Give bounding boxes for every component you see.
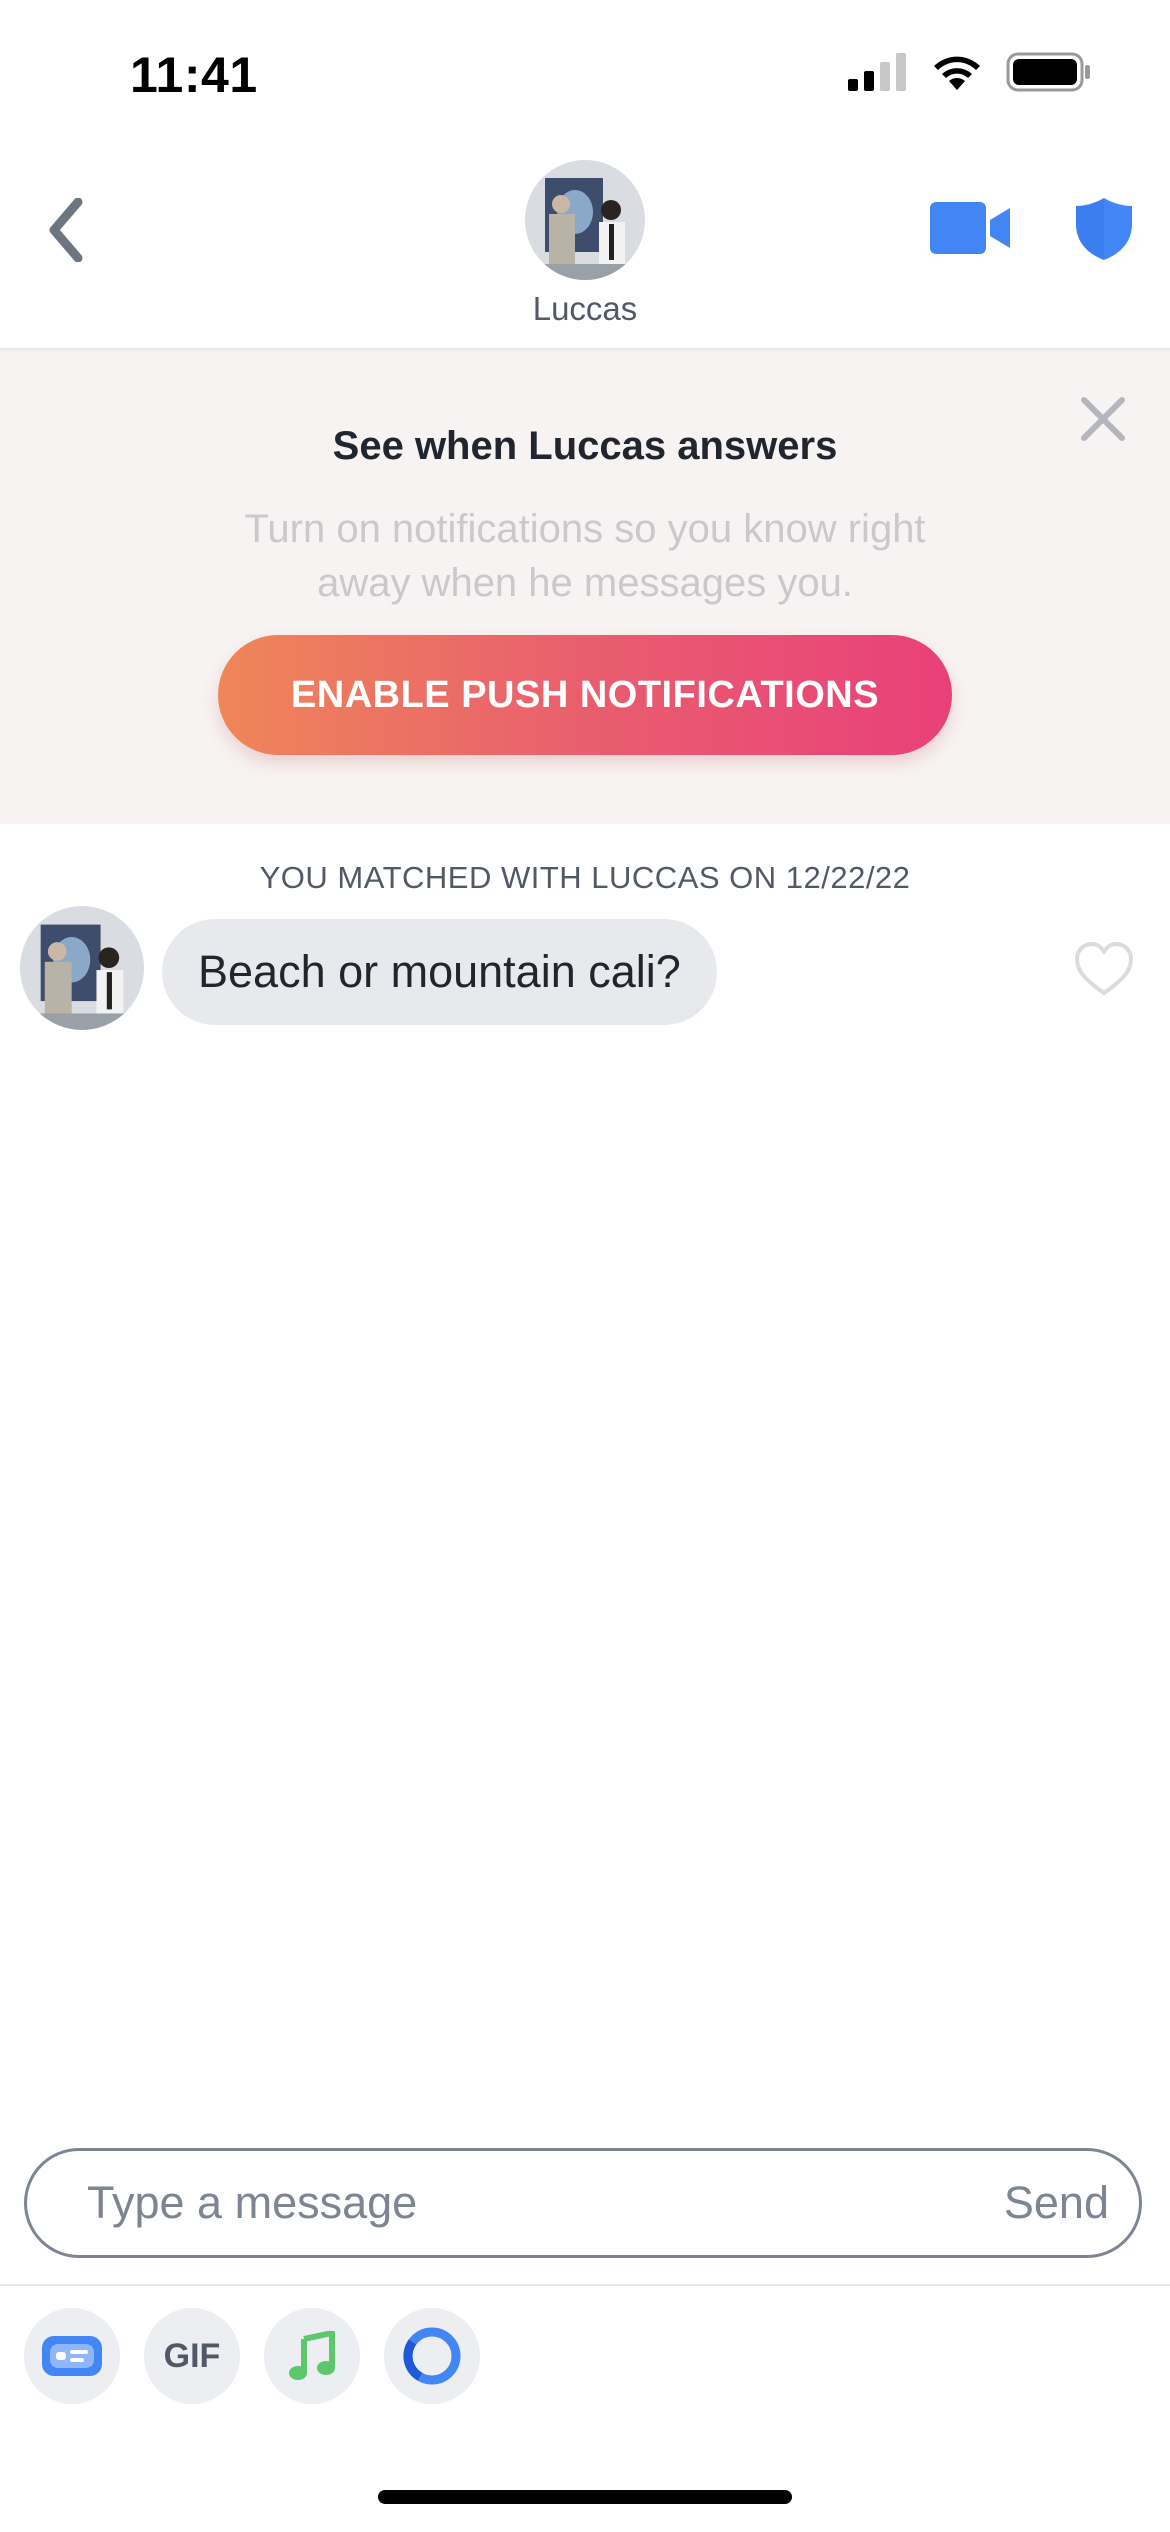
message-avatar[interactable] (20, 906, 144, 1030)
enable-push-notifications-button[interactable]: ENABLE PUSH NOTIFICATIONS (218, 635, 952, 755)
music-button[interactable] (264, 2308, 360, 2404)
banner-title: See when Luccas answers (332, 424, 838, 468)
status-icons (848, 52, 1092, 92)
message-card-icon (42, 2336, 102, 2376)
video-camera-icon (930, 202, 1010, 254)
cellular-signal-icon (848, 53, 906, 91)
video-call-button[interactable] (930, 200, 1014, 256)
ring-icon (403, 2327, 461, 2385)
contact-avatar[interactable] (525, 160, 645, 280)
home-indicator (378, 2490, 792, 2504)
wifi-icon (934, 56, 980, 90)
gif-button[interactable]: GIF (144, 2308, 240, 2404)
toolbar-divider (0, 2284, 1170, 2286)
banner-body: Turn on notifications so you know right … (244, 507, 926, 605)
heart-outline-icon (1075, 942, 1133, 995)
battery-icon (1006, 52, 1090, 92)
avatar-photo (525, 160, 645, 280)
sticker-card-button[interactable] (24, 2308, 120, 2404)
chevron-left-icon (49, 198, 83, 262)
contact-name[interactable]: Luccas (0, 290, 1170, 328)
avatar-photo (20, 906, 144, 1030)
shield-icon (1076, 198, 1132, 260)
message-input[interactable] (27, 2150, 1004, 2256)
match-date-label: YOU MATCHED WITH LUCCAS ON 12/22/22 (259, 860, 911, 895)
message-bubble[interactable]: Beach or mountain cali? (162, 919, 717, 1025)
message-composer: Send (24, 2148, 1142, 2258)
like-message-button[interactable] (1073, 941, 1135, 997)
music-note-icon (289, 2331, 335, 2380)
circle-feature-button[interactable] (384, 2308, 480, 2404)
back-button[interactable] (36, 190, 96, 270)
safety-shield-button[interactable] (1074, 196, 1134, 262)
status-time: 11:41 (130, 47, 258, 103)
send-button[interactable]: Send (1004, 2177, 1139, 2229)
